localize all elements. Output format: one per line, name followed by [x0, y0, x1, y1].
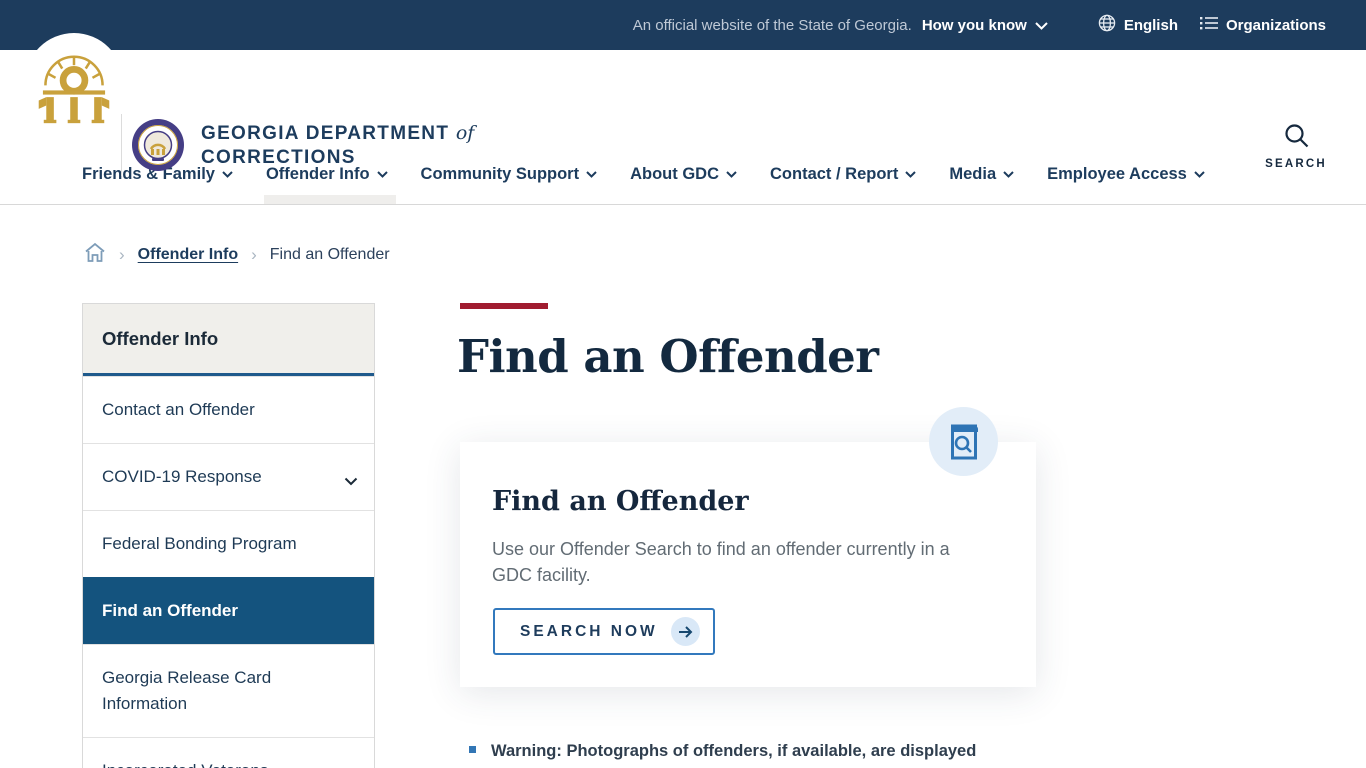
offender-search-badge [929, 407, 998, 476]
breadcrumb: › Offender Info › Find an Offender [84, 242, 390, 268]
sidebar-item-covid-19-response[interactable]: COVID-19 Response [83, 443, 374, 510]
title-accent-bar [460, 303, 548, 309]
official-topbar: An official website of the State of Geor… [0, 0, 1366, 50]
sidebar-item-incarcerated-veterans[interactable]: Incarcerated Veterans [83, 737, 374, 768]
search-label: SEARCH [1265, 158, 1327, 170]
sidebar-item-label: COVID-19 Response [102, 467, 262, 486]
sidebar-item-label: Federal Bonding Program [102, 534, 297, 553]
nav-item-employee-access[interactable]: Employee Access [1047, 145, 1205, 204]
language-label: English [1123, 16, 1178, 34]
sidebar-item-contact-an-offender[interactable]: Contact an Offender [83, 376, 374, 443]
chevron-down-icon [344, 468, 358, 494]
organizations-menu[interactable]: Organizations [1199, 16, 1326, 34]
arch-icon [38, 55, 110, 124]
nav-item-media[interactable]: Media [949, 145, 1014, 204]
chevron-down-icon [1194, 171, 1205, 178]
nav-item-about-gdc[interactable]: About GDC [630, 145, 737, 204]
card-description: Use our Offender Search to find an offen… [492, 539, 950, 585]
bullet-icon [469, 746, 476, 753]
agency-line2: CORRECTIONS [201, 147, 356, 168]
organizations-label: Organizations [1225, 16, 1326, 34]
chevron-down-icon [376, 171, 388, 178]
breadcrumb-separator: › [251, 245, 257, 264]
how-you-know-label: How you know [921, 16, 1027, 34]
nav-label: About GDC [630, 165, 720, 183]
breadcrumb-link-offender-info[interactable]: Offender Info [138, 246, 238, 264]
agency-of: of [455, 122, 475, 144]
sidebar-item-federal-bonding-program[interactable]: Federal Bonding Program [83, 510, 374, 577]
breadcrumb-separator: › [119, 245, 125, 264]
card-title: Find an Offender [492, 486, 749, 517]
warning-list-item: Warning: Photographs of offenders, if av… [469, 739, 1049, 763]
chevron-down-icon [586, 171, 597, 178]
official-website-text: An official website of the State of Geor… [632, 16, 912, 34]
chevron-down-icon [905, 171, 917, 178]
sidebar-item-label: Georgia Release Card Information [102, 668, 272, 713]
agency-line1: GEORGIA DEPARTMENT [201, 123, 450, 144]
search-now-button[interactable]: SEARCH NOW [493, 608, 715, 655]
search-now-label: SEARCH NOW [520, 622, 658, 640]
nav-label: Contact / Report [770, 165, 899, 183]
arrow-right-icon [670, 617, 700, 646]
warning-text: Warning: Photographs of offenders, if av… [491, 742, 977, 760]
agency-name[interactable]: GEORGIA DEPARTMENT of CORRECTIONS [201, 121, 474, 170]
organizations-list-icon [1199, 16, 1218, 34]
sidebar-title[interactable]: Offender Info [83, 304, 374, 376]
chevron-down-icon [1003, 171, 1014, 178]
chevron-down-icon [222, 171, 233, 178]
sidebar-item-find-an-offender[interactable]: Find an Offender [83, 577, 374, 644]
sidebar-item-label: Find an Offender [102, 601, 238, 620]
document-search-icon [950, 424, 978, 459]
logo-divider [121, 114, 122, 176]
chevron-down-icon [1035, 17, 1048, 34]
find-offender-card: Find an Offender Use our Offender Search… [460, 442, 1036, 687]
sidebar-item-label: Contact an Offender [102, 400, 255, 419]
gdc-seal-icon [132, 119, 184, 171]
page-title: Find an Offender [457, 330, 879, 383]
home-icon[interactable] [84, 242, 106, 268]
how-you-know-toggle[interactable]: How you know [922, 17, 1048, 34]
breadcrumb-current: Find an Offender [269, 246, 390, 263]
globe-icon [1098, 14, 1116, 36]
nav-label: Media [949, 165, 997, 183]
sidebar-item-label: Incarcerated Veterans [102, 761, 268, 768]
header-search-button[interactable]: SEARCH [1258, 122, 1334, 170]
sidebar-item-georgia-release-card[interactable]: Georgia Release Card Information [83, 644, 374, 737]
search-icon [1283, 124, 1310, 153]
chevron-down-icon [726, 171, 737, 178]
nav-label: Employee Access [1047, 165, 1187, 183]
georgia-arch-logo[interactable] [25, 33, 123, 131]
language-selector[interactable]: English [1098, 14, 1178, 36]
section-sidebar: Offender Info Contact an Offender COVID-… [82, 303, 375, 768]
nav-item-contact-report[interactable]: Contact / Report [770, 145, 917, 204]
